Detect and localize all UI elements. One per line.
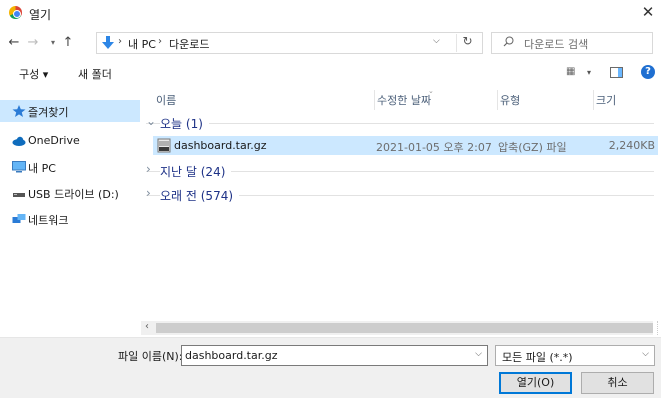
horizontal-scrollbar[interactable]: ‹ xyxy=(141,321,653,335)
archive-icon xyxy=(157,138,171,153)
search-placeholder: 다운로드 검색 xyxy=(524,38,589,51)
column-header-type[interactable]: 유형 xyxy=(497,90,593,110)
preview-pane-icon[interactable] xyxy=(610,67,623,78)
view-options-icon[interactable]: ▦ xyxy=(566,66,575,77)
address-dropdown-icon[interactable]: ⌵ xyxy=(433,36,440,46)
sidebar-item-quick-access[interactable]: 즐겨찾기 xyxy=(0,100,140,122)
chevron-right-icon[interactable]: › xyxy=(146,162,151,176)
breadcrumb-separator: › xyxy=(158,36,162,47)
search-input[interactable]: 다운로드 검색 xyxy=(491,32,653,54)
command-bar: 구성 ▾ 새 폴더 ▦ ▾ ? xyxy=(0,60,661,88)
group-header-long-ago[interactable]: › 오래 전 (574) xyxy=(146,186,654,204)
open-button[interactable]: 열기(O) xyxy=(499,372,572,394)
new-folder-button[interactable]: 새 폴더 xyxy=(78,66,112,82)
star-icon xyxy=(12,105,26,117)
group-header-today[interactable]: ⌄ 오늘 (1) xyxy=(146,114,654,132)
filter-value: 모든 파일 (*.*) xyxy=(502,351,573,364)
column-header-date[interactable]: 수정한 날짜 xyxy=(374,90,497,110)
file-size: 2,240KB xyxy=(608,139,655,152)
filename-label: 파일 이름(N): xyxy=(118,350,183,363)
view-dropdown-icon[interactable]: ▾ xyxy=(587,68,591,77)
file-type: 압축(GZ) 파일 xyxy=(498,141,567,154)
chrome-app-icon xyxy=(9,6,22,19)
filename-value: dashboard.tar.gz xyxy=(185,349,278,362)
group-label: 오늘 (1) xyxy=(160,115,209,132)
chevron-down-icon[interactable]: ⌄ xyxy=(146,114,156,128)
file-type-filter[interactable]: 모든 파일 (*.*) ⌵ xyxy=(495,345,655,366)
resize-grip xyxy=(657,321,661,335)
sidebar-item-usb-drive[interactable]: USB 드라이브 (D:) xyxy=(0,182,140,204)
organize-button[interactable]: 구성 ▾ xyxy=(19,66,48,82)
group-label: 지난 달 (24) xyxy=(160,163,232,180)
recent-locations-button[interactable]: ▾ xyxy=(45,34,61,52)
sidebar-item-label: OneDrive xyxy=(28,134,80,147)
column-header-size[interactable]: 크기 xyxy=(593,90,657,110)
usb-drive-icon xyxy=(13,193,25,197)
sidebar-item-label: USB 드라이브 (D:) xyxy=(28,188,119,201)
back-button[interactable]: ← xyxy=(6,34,22,52)
breadcrumb-this-pc[interactable]: 내 PC xyxy=(128,36,156,52)
chevron-down-icon[interactable]: ⌵ xyxy=(475,349,482,359)
title-bar: 열기 ✕ xyxy=(0,0,661,26)
navigation-pane: 즐겨찾기 OneDrive 내 PC USB 드라이브 (D:) 네트워크 xyxy=(0,90,140,340)
refresh-button[interactable]: ↻ xyxy=(456,34,478,52)
scrollbar-thumb[interactable] xyxy=(156,323,653,333)
download-arrow-icon xyxy=(102,36,114,49)
sidebar-item-label: 내 PC xyxy=(28,162,56,175)
window-title: 열기 xyxy=(29,8,52,22)
sidebar-item-network[interactable]: 네트워크 xyxy=(0,208,140,230)
scroll-left-icon[interactable]: ‹ xyxy=(145,321,149,332)
chevron-right-icon[interactable]: › xyxy=(146,186,151,200)
file-list: ⌄ 이름 수정한 날짜 유형 크기 ⌄ 오늘 (1) dashboard.tar… xyxy=(141,87,661,321)
chevron-down-icon[interactable]: ⌵ xyxy=(642,349,649,359)
help-icon[interactable]: ? xyxy=(641,65,655,79)
file-date: 2021-01-05 오후 2:07 xyxy=(376,141,492,154)
file-row[interactable]: dashboard.tar.gz 2021-01-05 오후 2:07 압축(G… xyxy=(153,136,658,155)
cloud-icon xyxy=(12,136,26,146)
breadcrumb-separator: › xyxy=(118,36,122,47)
group-header-last-month[interactable]: › 지난 달 (24) xyxy=(146,162,654,180)
network-icon xyxy=(12,214,26,223)
group-divider xyxy=(146,123,654,124)
sidebar-item-onedrive[interactable]: OneDrive xyxy=(0,130,140,152)
file-name: dashboard.tar.gz xyxy=(174,139,267,152)
filename-field[interactable]: dashboard.tar.gz ⌵ xyxy=(181,345,488,366)
column-header-name[interactable]: 이름 xyxy=(156,90,374,110)
search-icon xyxy=(503,36,514,47)
sidebar-item-this-pc[interactable]: 내 PC xyxy=(0,156,140,178)
dialog-footer: 파일 이름(N): dashboard.tar.gz ⌵ 모든 파일 (*.*)… xyxy=(0,337,661,398)
sidebar-item-label: 네트워크 xyxy=(28,214,69,227)
sidebar-item-label: 즐겨찾기 xyxy=(28,106,69,119)
cancel-button[interactable]: 취소 xyxy=(581,372,654,394)
address-bar[interactable]: › 내 PC › 다운로드 ⌵ ↻ xyxy=(96,32,483,54)
breadcrumb-downloads[interactable]: 다운로드 xyxy=(169,36,209,52)
forward-button[interactable]: → xyxy=(25,34,41,52)
computer-icon xyxy=(12,161,26,173)
close-button[interactable]: ✕ xyxy=(640,3,656,21)
up-button[interactable]: ↑ xyxy=(60,34,76,52)
group-label: 오래 전 (574) xyxy=(160,187,240,204)
